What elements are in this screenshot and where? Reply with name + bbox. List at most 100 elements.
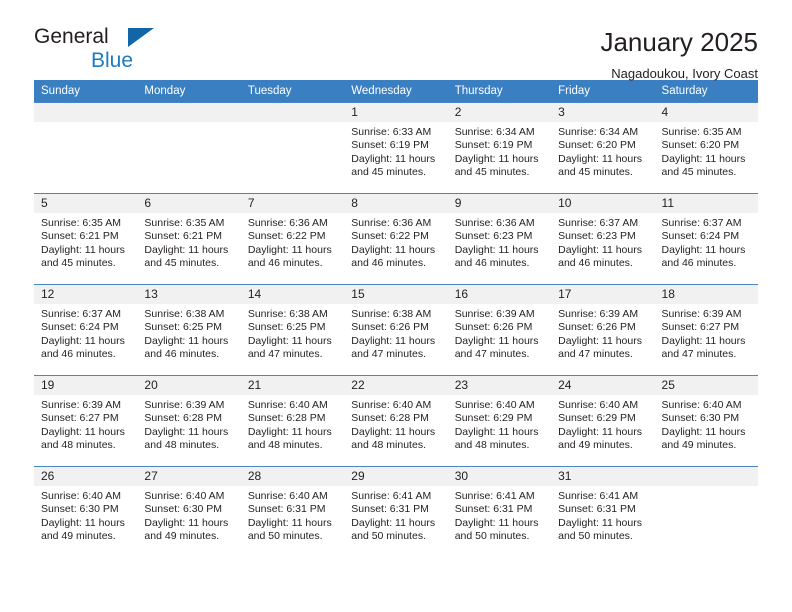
- calendar-day-cell[interactable]: 3 Sunrise: 6:34 AM Sunset: 6:20 PM Daylight…: [551, 102, 655, 194]
- weekday-header-monday: Monday: [137, 80, 241, 103]
- day-number: 12: [34, 285, 138, 304]
- daylight-duration-line1: Daylight: 11 hours: [351, 152, 436, 165]
- calendar-day-cell[interactable]: 30 Sunrise: 6:41 AM Sunset: 6:31 PM Dayligh…: [447, 466, 552, 557]
- calendar-day-cell[interactable]: 21 Sunrise: 6:40 AM Sunset: 6:28 PM Dayligh…: [240, 375, 345, 467]
- weekday-header-tuesday: Tuesday: [240, 80, 345, 103]
- day-sun-info: Sunrise: 6:33 AM Sunset: 6:19 PM Daylight:…: [344, 122, 447, 180]
- daylight-duration-line1: Daylight: 11 hours: [41, 425, 125, 438]
- day-cell-inner: 31 Sunrise: 6:41 AM Sunset: 6:31 PM Dayligh…: [551, 467, 655, 557]
- calendar-day-cell[interactable]: 7 Sunrise: 6:36 AM Sunset: 6:22 PM Daylight…: [240, 193, 345, 285]
- calendar-day-cell[interactable]: 17 Sunrise: 6:39 AM Sunset: 6:26 PM Dayligh…: [551, 284, 655, 376]
- sunrise-time: Sunrise: 6:40 AM: [247, 399, 328, 411]
- day-sun-info: Sunrise: 6:40 AM Sunset: 6:28 PM Daylight:…: [344, 395, 447, 453]
- daylight-duration-line2: and 48 minutes.: [351, 439, 426, 452]
- calendar-day-cell[interactable]: 6 Sunrise: 6:35 AM Sunset: 6:21 PM Daylight…: [137, 193, 241, 285]
- daylight-duration-line2: and 46 minutes.: [247, 257, 323, 270]
- triangle-icon: [128, 28, 154, 47]
- daylight-duration-line1: Daylight: 11 hours: [661, 425, 746, 438]
- calendar-day-cell[interactable]: 12 Sunrise: 6:37 AM Sunset: 6:24 PM Dayligh…: [34, 284, 138, 376]
- calendar-day-cell[interactable]: 31 Sunrise: 6:41 AM Sunset: 6:31 PM Dayligh…: [551, 466, 655, 557]
- day-sun-info: Sunrise: 6:36 AM Sunset: 6:22 PM Daylight:…: [241, 213, 344, 271]
- daylight-duration-line2: and 46 minutes.: [351, 257, 426, 270]
- calendar-day-cell-empty: [654, 466, 758, 557]
- day-cell-inner: 25 Sunrise: 6:40 AM Sunset: 6:30 PM Dayligh…: [654, 376, 758, 466]
- calendar-day-cell[interactable]: 4 Sunrise: 6:35 AM Sunset: 6:20 PM Daylight…: [654, 102, 758, 194]
- day-cell-inner: 24 Sunrise: 6:40 AM Sunset: 6:29 PM Dayligh…: [551, 376, 655, 466]
- sunset-time: Sunset: 6:29 PM: [558, 412, 636, 425]
- calendar-day-cell[interactable]: 2 Sunrise: 6:34 AM Sunset: 6:19 PM Daylight…: [447, 102, 552, 194]
- calendar-day-cell[interactable]: 28 Sunrise: 6:40 AM Sunset: 6:31 PM Dayligh…: [240, 466, 345, 557]
- sunset-time: Sunset: 6:30 PM: [144, 503, 223, 516]
- daylight-duration-line1: Daylight: 11 hours: [41, 334, 125, 347]
- sunrise-time: Sunrise: 6:37 AM: [661, 217, 742, 229]
- day-cell-inner: 29 Sunrise: 6:41 AM Sunset: 6:31 PM Dayligh…: [344, 467, 448, 557]
- day-number: 1: [344, 103, 448, 122]
- daylight-duration-line2: and 46 minutes.: [454, 257, 530, 270]
- sunset-time: Sunset: 6:23 PM: [558, 230, 636, 243]
- day-number: 29: [344, 467, 448, 486]
- sunrise-time: Sunrise: 6:38 AM: [144, 308, 225, 320]
- daylight-duration-line2: and 45 minutes.: [661, 166, 737, 179]
- calendar-day-cell[interactable]: 18 Sunrise: 6:39 AM Sunset: 6:27 PM Dayligh…: [654, 284, 758, 376]
- calendar-day-cell[interactable]: 27 Sunrise: 6:40 AM Sunset: 6:30 PM Dayligh…: [137, 466, 241, 557]
- day-cell-inner: 17 Sunrise: 6:39 AM Sunset: 6:26 PM Dayligh…: [551, 285, 655, 375]
- day-cell-inner: 2 Sunrise: 6:34 AM Sunset: 6:19 PM Daylight…: [447, 103, 552, 193]
- day-number: 6: [137, 194, 241, 213]
- day-sun-info: Sunrise: 6:40 AM Sunset: 6:30 PM Daylight:…: [34, 486, 137, 544]
- calendar-day-cell[interactable]: 8 Sunrise: 6:36 AM Sunset: 6:22 PM Daylight…: [344, 193, 448, 285]
- sunrise-time: Sunrise: 6:39 AM: [454, 308, 535, 320]
- day-sun-info: Sunrise: 6:41 AM Sunset: 6:31 PM Daylight:…: [448, 486, 551, 544]
- daylight-duration-line1: Daylight: 11 hours: [454, 243, 539, 256]
- calendar-header-row: Sunday Monday Tuesday Wednesday Thursday…: [34, 80, 758, 103]
- calendar-day-cell[interactable]: 26 Sunrise: 6:40 AM Sunset: 6:30 PM Dayligh…: [34, 466, 138, 557]
- day-sun-info: Sunrise: 6:40 AM Sunset: 6:31 PM Daylight:…: [241, 486, 344, 544]
- day-cell-inner: 3 Sunrise: 6:34 AM Sunset: 6:20 PM Daylight…: [551, 103, 655, 193]
- sunset-time: Sunset: 6:21 PM: [41, 230, 119, 243]
- calendar-day-cell[interactable]: 9 Sunrise: 6:36 AM Sunset: 6:23 PM Daylight…: [447, 193, 552, 285]
- day-cell-inner: 13 Sunrise: 6:38 AM Sunset: 6:25 PM Dayligh…: [137, 285, 241, 375]
- calendar-day-cell[interactable]: 13 Sunrise: 6:38 AM Sunset: 6:25 PM Dayligh…: [137, 284, 241, 376]
- calendar-day-cell[interactable]: 10 Sunrise: 6:37 AM Sunset: 6:23 PM Dayligh…: [551, 193, 655, 285]
- day-number: 20: [137, 376, 241, 395]
- calendar-page: General Blue January 2025 Nagadoukou, Iv…: [0, 0, 792, 612]
- calendar-day-cell[interactable]: 19 Sunrise: 6:39 AM Sunset: 6:27 PM Dayligh…: [34, 375, 138, 467]
- weekday-header-sunday: Sunday: [34, 80, 138, 103]
- sunrise-time: Sunrise: 6:39 AM: [144, 399, 225, 411]
- daylight-duration-line2: and 48 minutes.: [454, 439, 530, 452]
- day-cell-inner: 21 Sunrise: 6:40 AM Sunset: 6:28 PM Dayligh…: [240, 376, 345, 466]
- daylight-duration-line1: Daylight: 11 hours: [454, 516, 539, 529]
- day-number: 19: [34, 376, 138, 395]
- calendar-day-cell[interactable]: 20 Sunrise: 6:39 AM Sunset: 6:28 PM Dayligh…: [137, 375, 241, 467]
- general-blue-logo[interactable]: General Blue: [34, 26, 184, 74]
- day-number: 2: [447, 103, 552, 122]
- day-number: 21: [240, 376, 345, 395]
- calendar-day-cell[interactable]: 15 Sunrise: 6:38 AM Sunset: 6:26 PM Dayligh…: [344, 284, 448, 376]
- sunrise-time: Sunrise: 6:38 AM: [351, 308, 432, 320]
- page-subtitle: Nagadoukou, Ivory Coast: [611, 65, 758, 81]
- daylight-duration-line2: and 50 minutes.: [558, 530, 633, 543]
- daylight-duration-line1: Daylight: 11 hours: [247, 243, 332, 256]
- calendar-day-cell[interactable]: 23 Sunrise: 6:40 AM Sunset: 6:29 PM Dayligh…: [447, 375, 552, 467]
- sunrise-time: Sunrise: 6:40 AM: [661, 399, 742, 411]
- calendar-day-cell[interactable]: 5 Sunrise: 6:35 AM Sunset: 6:21 PM Daylight…: [34, 193, 138, 285]
- calendar-day-cell[interactable]: 22 Sunrise: 6:40 AM Sunset: 6:28 PM Dayligh…: [344, 375, 448, 467]
- daylight-duration-line1: Daylight: 11 hours: [144, 243, 229, 256]
- calendar-day-cell[interactable]: 25 Sunrise: 6:40 AM Sunset: 6:30 PM Dayligh…: [654, 375, 758, 467]
- day-sun-info: Sunrise: 6:39 AM Sunset: 6:26 PM Daylight:…: [448, 304, 551, 362]
- daylight-duration-line1: Daylight: 11 hours: [558, 243, 642, 256]
- day-number: 30: [447, 467, 552, 486]
- calendar-day-cell[interactable]: 11 Sunrise: 6:37 AM Sunset: 6:24 PM Dayligh…: [654, 193, 758, 285]
- daylight-duration-line1: Daylight: 11 hours: [351, 516, 436, 529]
- day-number: 11: [654, 194, 758, 213]
- sunset-time: Sunset: 6:24 PM: [41, 321, 119, 334]
- calendar-day-cell[interactable]: 16 Sunrise: 6:39 AM Sunset: 6:26 PM Dayligh…: [447, 284, 552, 376]
- calendar-day-cell[interactable]: 24 Sunrise: 6:40 AM Sunset: 6:29 PM Dayligh…: [551, 375, 655, 467]
- daylight-duration-line2: and 48 minutes.: [41, 439, 116, 452]
- calendar-day-cell[interactable]: 14 Sunrise: 6:38 AM Sunset: 6:25 PM Dayligh…: [240, 284, 345, 376]
- day-cell-inner: [240, 103, 345, 193]
- calendar-day-cell[interactable]: 1 Sunrise: 6:33 AM Sunset: 6:19 PM Daylight…: [344, 102, 448, 194]
- calendar-day-cell[interactable]: 29 Sunrise: 6:41 AM Sunset: 6:31 PM Dayligh…: [344, 466, 448, 557]
- sunset-time: Sunset: 6:30 PM: [661, 412, 740, 425]
- day-sun-info: Sunrise: 6:40 AM Sunset: 6:28 PM Daylight:…: [241, 395, 344, 453]
- day-sun-info: Sunrise: 6:39 AM Sunset: 6:26 PM Daylight:…: [551, 304, 654, 362]
